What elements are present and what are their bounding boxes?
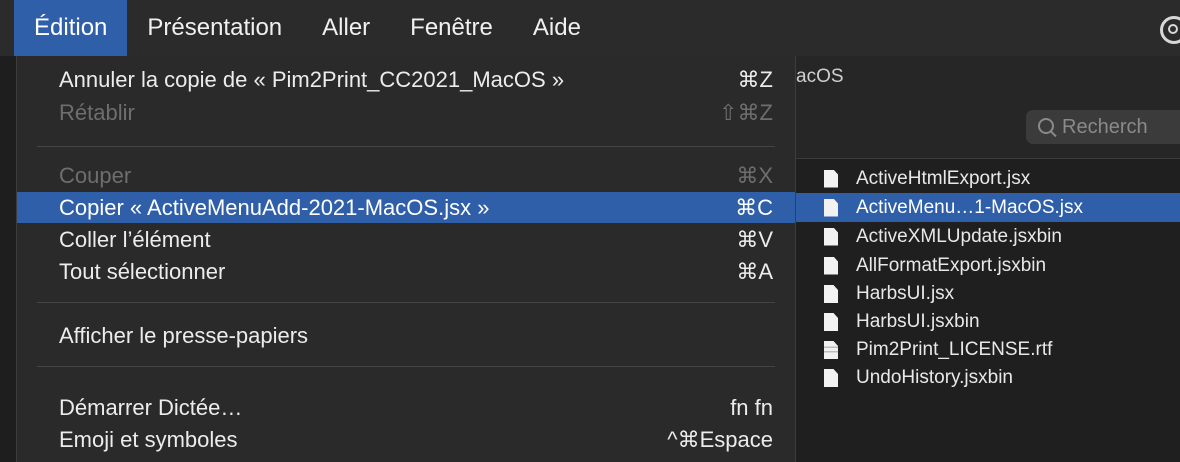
menu-item-redo[interactable]: Rétablir ⇧⌘Z — [17, 97, 795, 128]
menu-item-undo[interactable]: Annuler la copie de « Pim2Print_CC2021_M… — [17, 64, 795, 95]
status-menu-icon[interactable] — [1160, 16, 1180, 44]
document-icon — [824, 369, 838, 387]
file-row[interactable]: Pim2Print_LICENSE.rtf — [786, 336, 1180, 364]
finder-toolbar: acOS Recherch — [786, 56, 1180, 159]
menu-separator — [37, 366, 775, 367]
menu-item-label: Copier « ActiveMenuAdd-2021-MacOS.jsx » — [59, 194, 490, 220]
document-icon — [824, 313, 838, 331]
document-icon — [824, 198, 838, 217]
file-name: ActiveHtmlExport.jsx — [856, 167, 1031, 189]
file-row-selected[interactable]: ActiveMenu…1-MacOS.jsx — [786, 193, 1180, 222]
file-name: ActiveXMLUpdate.jsxbin — [856, 225, 1062, 247]
edit-menu: Annuler la copie de « Pim2Print_CC2021_M… — [16, 56, 796, 462]
menu-item-shortcut: ⌘V — [736, 226, 773, 252]
document-icon — [824, 285, 838, 303]
file-row[interactable]: AllFormatExport.jsxbin — [786, 251, 1180, 280]
menu-edition[interactable]: Édition — [14, 0, 128, 56]
file-row[interactable]: ActiveHtmlExport.jsx — [786, 164, 1180, 193]
search-field[interactable]: Recherch — [1026, 110, 1180, 144]
search-placeholder: Recherch — [1062, 116, 1148, 138]
menu-item-label: Afficher le presse-papiers — [59, 322, 309, 348]
menu-item-shortcut: ^⌘Espace — [667, 426, 773, 452]
menu-item-shortcut: ⌘Z — [737, 66, 773, 92]
rtf-document-icon — [824, 341, 838, 359]
menu-item-label: Annuler la copie de « Pim2Print_CC2021_M… — [59, 66, 565, 92]
menu-item-label: Coller l’élément — [59, 226, 211, 252]
file-name: AllFormatExport.jsxbin — [856, 254, 1047, 276]
menu-item-label: Emoji et symboles — [59, 426, 238, 452]
menu-item-start-dictation[interactable]: Démarrer Dictée… fn fn — [17, 392, 795, 423]
file-row[interactable]: HarbsUI.jsx — [786, 280, 1180, 308]
menu-fenetre[interactable]: Fenêtre — [390, 0, 513, 56]
menu-item-label: Démarrer Dictée… — [59, 394, 243, 420]
menu-separator — [37, 302, 775, 303]
file-name: HarbsUI.jsx — [856, 283, 955, 304]
menu-item-copy[interactable]: Copier « ActiveMenuAdd-2021-MacOS.jsx » … — [17, 192, 795, 223]
file-name: Pim2Print_LICENSE.rtf — [856, 339, 1053, 360]
document-icon — [824, 227, 838, 246]
file-row[interactable]: HarbsUI.jsxbin — [786, 308, 1180, 336]
menu-bar: Édition Présentation Aller Fenêtre Aide — [0, 0, 1180, 56]
finder-window: acOS Recherch ActiveHtmlExport.jsx Activ… — [786, 56, 1180, 462]
menu-item-show-clipboard[interactable]: Afficher le presse-papiers — [17, 320, 795, 351]
menu-separator — [37, 146, 775, 147]
menu-item-shortcut: ⌘X — [736, 162, 773, 188]
file-name: HarbsUI.jsxbin — [856, 311, 980, 332]
document-icon — [824, 169, 838, 188]
search-icon — [1038, 118, 1054, 134]
menu-item-paste[interactable]: Coller l’élément ⌘V — [17, 224, 795, 255]
menu-item-label: Rétablir — [59, 99, 135, 125]
menu-item-shortcut: ⇧⌘Z — [719, 99, 773, 125]
menu-item-label: Couper — [59, 162, 132, 188]
file-list: ActiveHtmlExport.jsx ActiveMenu…1-MacOS.… — [786, 164, 1180, 392]
menu-presentation[interactable]: Présentation — [127, 0, 302, 56]
file-name: ActiveMenu…1-MacOS.jsx — [856, 196, 1084, 218]
menu-item-select-all[interactable]: Tout sélectionner ⌘A — [17, 256, 795, 287]
file-row[interactable]: ActiveXMLUpdate.jsxbin — [786, 222, 1180, 251]
menu-item-label: Tout sélectionner — [59, 258, 226, 284]
file-row[interactable]: UndoHistory.jsxbin — [786, 364, 1180, 392]
menu-aller[interactable]: Aller — [302, 0, 390, 56]
menu-aide[interactable]: Aide — [513, 0, 601, 56]
document-icon — [824, 256, 838, 275]
menu-item-shortcut: ⌘A — [736, 258, 773, 284]
menu-item-emoji-symbols[interactable]: Emoji et symboles ^⌘Espace — [17, 424, 795, 455]
menu-item-shortcut: ⌘C — [735, 194, 773, 220]
window-title: acOS — [796, 66, 844, 87]
menu-item-cut[interactable]: Couper ⌘X — [17, 160, 795, 191]
file-name: UndoHistory.jsxbin — [856, 367, 1013, 388]
menu-item-shortcut: fn fn — [730, 394, 773, 420]
